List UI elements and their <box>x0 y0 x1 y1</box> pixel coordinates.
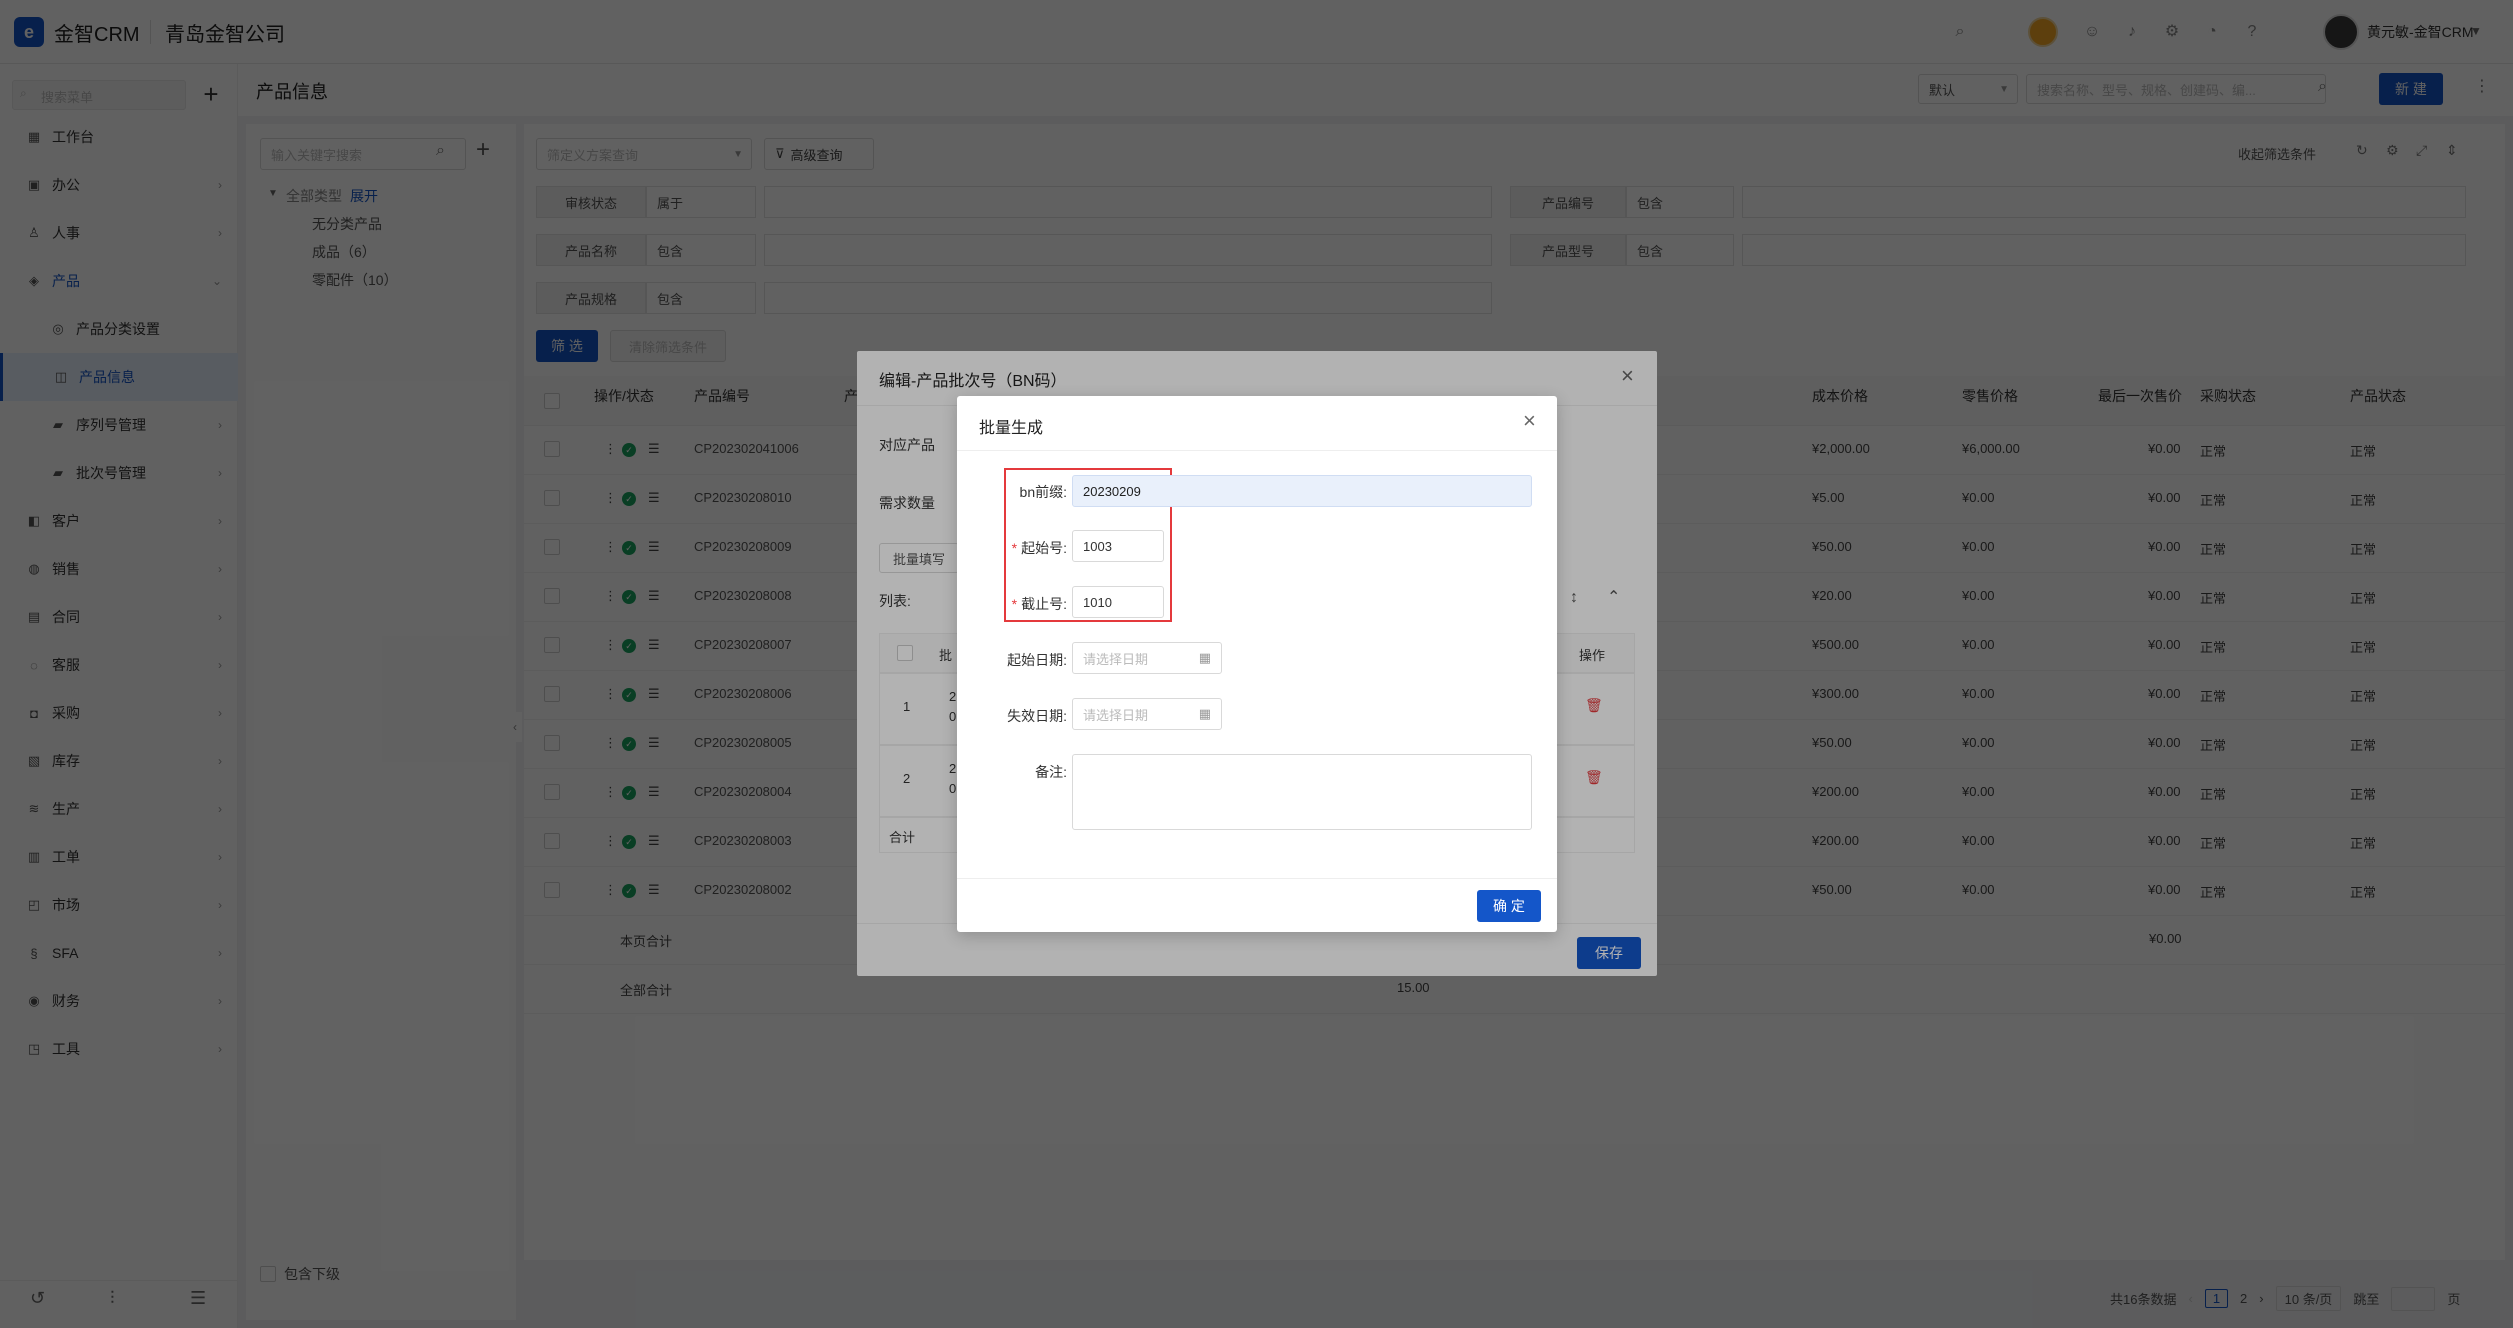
calendar-icon: ▦ <box>1198 650 1211 665</box>
expire-date-picker[interactable]: 请选择日期 ▦ <box>1072 698 1222 730</box>
start-number-input[interactable]: 1003 <box>1072 530 1164 562</box>
prefix-label: bn前缀: <box>1019 484 1067 500</box>
dialog-divider <box>957 450 1557 451</box>
start-date-placeholder: 请选择日期 <box>1083 651 1149 667</box>
end-number-input[interactable]: 1010 <box>1072 586 1164 618</box>
batch-generate-dialog: 批量生成 × bn前缀: 20230209 * 起始号: 1003 * 截止号: 1… <box>957 396 1557 932</box>
confirm-button[interactable]: 确 定 <box>1477 890 1541 922</box>
dialog-divider <box>957 878 1557 879</box>
batch-dialog-title: 批量生成 <box>979 420 1044 437</box>
close-icon[interactable]: × <box>1523 408 1536 434</box>
required-mark: * <box>1011 540 1018 556</box>
end-number-label-text: 截止号: <box>1021 596 1067 612</box>
required-mark: * <box>1011 596 1018 612</box>
start-date-picker[interactable]: 请选择日期 ▦ <box>1072 642 1222 674</box>
prefix-input[interactable]: 20230209 <box>1072 475 1532 507</box>
end-number-label: * 截止号: <box>957 594 1067 614</box>
start-number-label: * 起始号: <box>957 538 1067 558</box>
start-date-label: 起始日期: <box>1007 652 1067 668</box>
start-number-label-text: 起始号: <box>1021 540 1067 556</box>
expire-date-placeholder: 请选择日期 <box>1083 707 1149 723</box>
calendar-icon: ▦ <box>1198 706 1211 721</box>
remark-label: 备注: <box>1035 764 1067 780</box>
remark-textarea[interactable] <box>1072 754 1532 830</box>
expire-date-label: 失效日期: <box>1007 708 1067 724</box>
